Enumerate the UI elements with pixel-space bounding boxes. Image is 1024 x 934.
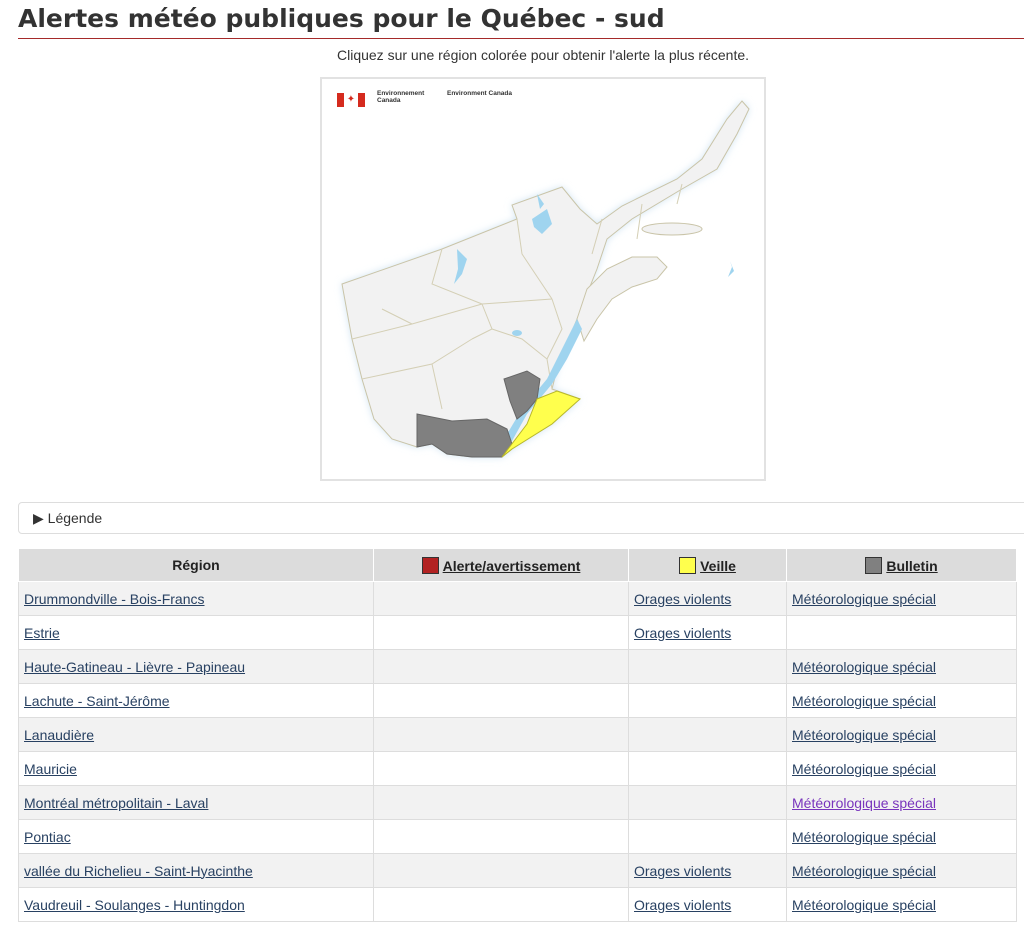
legend-label: ▶ Légende: [33, 510, 103, 526]
logo-text-en: Environment Canada: [447, 90, 513, 97]
watch-cell: Orages violents: [628, 581, 787, 616]
table-row: Mauricie Météorologique spécial: [18, 751, 1017, 786]
statement-cell: Météorologique spécial: [786, 887, 1017, 922]
watch-link[interactable]: Orages violents: [634, 625, 731, 641]
region-cell: Vaudreuil - Soulanges - Huntingdon: [18, 887, 374, 922]
watch-link[interactable]: Orages violents: [634, 863, 731, 879]
statement-link[interactable]: Météorologique spécial: [792, 761, 936, 777]
warning-cell: [373, 649, 629, 684]
warning-cell: [373, 717, 629, 752]
region-link[interactable]: Drummondville - Bois-Francs: [24, 591, 204, 607]
region-cell: Pontiac: [18, 819, 374, 854]
statement-link[interactable]: Météorologique spécial: [792, 659, 936, 675]
table-row: Estrie Orages violents: [18, 615, 1017, 650]
watch-cell: Orages violents: [628, 887, 787, 922]
warning-cell: [373, 683, 629, 718]
header-statement-link[interactable]: Bulletin: [886, 558, 937, 574]
statement-cell: Météorologique spécial: [786, 683, 1017, 718]
region-link[interactable]: Mauricie: [24, 761, 77, 777]
canada-flag-icon: ✦: [337, 93, 365, 107]
statement-link[interactable]: Météorologique spécial: [792, 795, 936, 811]
table-row: Lanaudière Météorologique spécial: [18, 717, 1017, 752]
table-row: Lachute - Saint-Jérôme Météorologique sp…: [18, 683, 1017, 718]
header-warning-link[interactable]: Alerte/avertissement: [443, 558, 581, 574]
statement-link[interactable]: Météorologique spécial: [792, 829, 936, 845]
watch-cell: [628, 819, 787, 854]
statement-cell: Météorologique spécial: [786, 751, 1017, 786]
title-divider: [18, 38, 1024, 39]
region-link[interactable]: Lachute - Saint-Jérôme: [24, 693, 170, 709]
watch-cell: [628, 717, 787, 752]
watch-cell: Orages violents: [628, 853, 787, 888]
quebec-map-svg: [341, 100, 750, 458]
anticosti-island: [641, 222, 703, 236]
island: [728, 261, 734, 277]
lake: [512, 330, 522, 336]
region-cell: Haute-Gatineau - Lièvre - Papineau: [18, 649, 374, 684]
region-link[interactable]: Vaudreuil - Soulanges - Huntingdon: [24, 897, 245, 913]
region-link[interactable]: vallée du Richelieu - Saint-Hyacinthe: [24, 863, 253, 879]
warning-cell: [373, 751, 629, 786]
table-row: vallée du Richelieu - Saint-Hyacinthe Or…: [18, 853, 1017, 888]
statement-cell: Météorologique spécial: [786, 581, 1017, 616]
warning-cell: [373, 785, 629, 820]
region-cell: Mauricie: [18, 751, 374, 786]
watch-cell: Orages violents: [628, 615, 787, 650]
warning-cell: [373, 887, 629, 922]
statement-link[interactable]: Météorologique spécial: [792, 591, 936, 607]
header-warning[interactable]: Alerte/avertissement: [373, 548, 629, 582]
statement-cell: [786, 615, 1017, 650]
legend-toggle[interactable]: ▶ Légende: [18, 502, 1024, 534]
statement-link[interactable]: Météorologique spécial: [792, 863, 936, 879]
header-watch[interactable]: Veille: [628, 548, 787, 582]
region-link[interactable]: Lanaudière: [24, 727, 94, 743]
table-row: Drummondville - Bois-Francs Orages viole…: [18, 581, 1017, 616]
warning-cell: [373, 819, 629, 854]
table-row: Vaudreuil - Soulanges - Huntingdon Orage…: [18, 887, 1017, 922]
map-instruction: Cliquez sur une région colorée pour obte…: [336, 47, 750, 63]
page-title: Alertes météo publiques pour le Québec -…: [18, 4, 665, 33]
watch-cell: [628, 751, 787, 786]
logo-text-fr: Environnement Canada: [377, 90, 425, 104]
table-header-row: Région Alerte/avertissement Veille Bulle…: [18, 548, 1017, 582]
region-cell: Lanaudière: [18, 717, 374, 752]
region-link[interactable]: Montréal métropolitain - Laval: [24, 795, 208, 811]
warning-cell: [373, 581, 629, 616]
watch-link[interactable]: Orages violents: [634, 591, 731, 607]
header-watch-link[interactable]: Veille: [700, 558, 736, 574]
statement-link[interactable]: Météorologique spécial: [792, 693, 936, 709]
statement-cell: Météorologique spécial: [786, 649, 1017, 684]
table-row: Haute-Gatineau - Lièvre - Papineau Météo…: [18, 649, 1017, 684]
region-link[interactable]: Estrie: [24, 625, 60, 641]
header-statement[interactable]: Bulletin: [786, 548, 1017, 582]
watch-cell: [628, 785, 787, 820]
region-cell: Montréal métropolitain - Laval: [18, 785, 374, 820]
watch-cell: [628, 649, 787, 684]
warning-cell: [373, 615, 629, 650]
region-cell: Estrie: [18, 615, 374, 650]
region-cell: Drummondville - Bois-Francs: [18, 581, 374, 616]
table-row: Montréal métropolitain - Laval Météorolo…: [18, 785, 1017, 820]
region-link[interactable]: Pontiac: [24, 829, 71, 845]
statement-cell: Météorologique spécial: [786, 819, 1017, 854]
statement-cell: Météorologique spécial: [786, 785, 1017, 820]
table-row: Pontiac Météorologique spécial: [18, 819, 1017, 854]
statement-cell: Météorologique spécial: [786, 717, 1017, 752]
alert-map: ✦ Environnement Canada Environment Canad…: [320, 77, 766, 481]
region-cell: vallée du Richelieu - Saint-Hyacinthe: [18, 853, 374, 888]
statement-link[interactable]: Météorologique spécial: [792, 897, 936, 913]
environment-canada-logo: ✦ Environnement Canada Environment Canad…: [337, 90, 515, 107]
watch-cell: [628, 683, 787, 718]
region-link[interactable]: Haute-Gatineau - Lièvre - Papineau: [24, 659, 245, 675]
statement-link[interactable]: Météorologique spécial: [792, 727, 936, 743]
region-cell: Lachute - Saint-Jérôme: [18, 683, 374, 718]
warning-swatch-icon: [421, 556, 439, 574]
warning-cell: [373, 853, 629, 888]
statement-swatch-icon: [865, 556, 883, 574]
statement-cell: Météorologique spécial: [786, 853, 1017, 888]
watch-swatch-icon: [679, 556, 697, 574]
alerts-table: Région Alerte/avertissement Veille Bulle…: [18, 548, 1017, 922]
watch-link[interactable]: Orages violents: [634, 897, 731, 913]
header-region: Région: [18, 548, 374, 582]
